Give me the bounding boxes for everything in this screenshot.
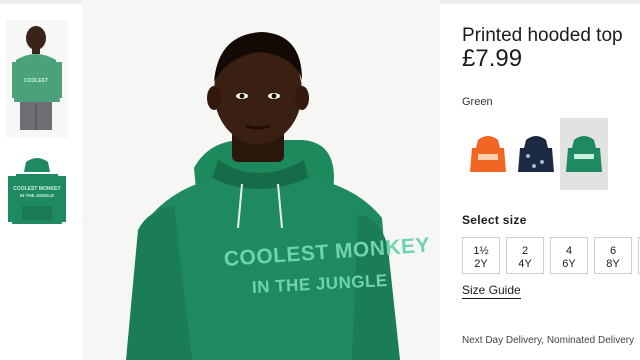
product-info-panel: Printed hooded top £7.99 Green Select si… [462,0,640,360]
size-option-bottom: 6Y [562,258,576,270]
size-option-6y[interactable]: 4 6Y [550,237,588,274]
size-option-8y[interactable]: 6 8Y [594,237,632,274]
delivery-info: Next Day Delivery, Nominated Delivery [462,335,635,346]
swatch-green[interactable] [560,118,608,190]
product-price: £7.99 [462,45,523,72]
swatch-navy[interactable] [512,118,560,190]
main-product-image[interactable]: COOLEST MONKEY IN THE JUNGLE [82,0,440,360]
size-option-2y[interactable]: 1½ 2Y [462,237,500,274]
swatch-orange[interactable] [464,118,512,190]
size-option-top: 2 [521,245,529,257]
product-title: Printed hooded top [462,25,623,46]
svg-text:COOLEST MONKEY: COOLEST MONKEY [13,186,61,192]
size-option-top: 4 [565,245,573,257]
svg-text:COOLEST: COOLEST [24,78,48,84]
selected-color-label: Green [462,96,493,108]
select-size-label: Select size [462,213,527,227]
size-option-bottom: 8Y [606,258,620,270]
size-options: 1½ 2Y 2 4Y 4 6Y 6 8Y [462,237,640,275]
size-option-bottom: 4Y [518,258,532,270]
model-illustration [82,0,440,360]
thumbnail-flat[interactable]: COOLEST MONKEY IN THE JUNGLE [6,154,68,246]
size-option-bottom: 2Y [474,258,488,270]
size-guide-link[interactable]: Size Guide [462,283,521,299]
svg-text:IN THE JUNGLE: IN THE JUNGLE [20,193,54,198]
size-option-top: 6 [609,245,617,257]
color-swatches [462,118,640,192]
size-option-4y[interactable]: 2 4Y [506,237,544,274]
size-option-top: 1½ [473,245,489,257]
thumbnail-model[interactable]: COOLEST [6,20,68,138]
